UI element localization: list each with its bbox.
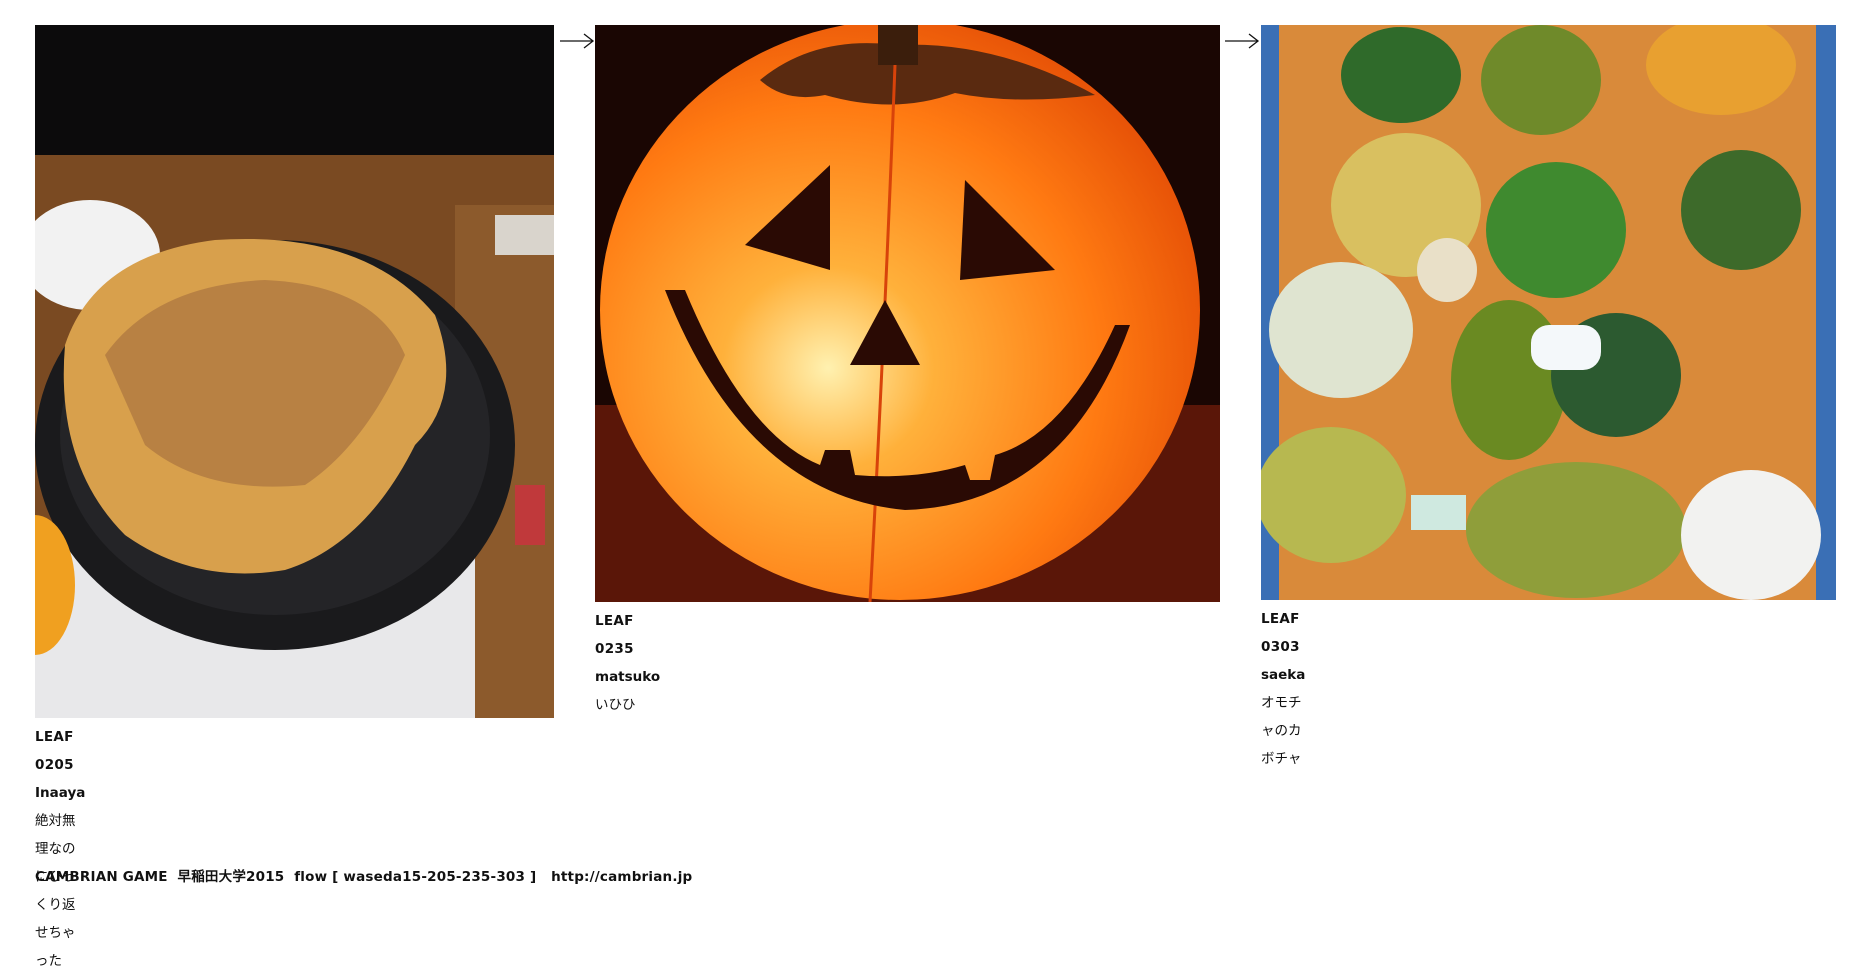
footer-text: CAMBRIAN GAME 早稲田大学2015 flow [ waseda15-… bbox=[35, 869, 552, 885]
leaf-0235-meta: LEAF 0235 matsuko いひひ bbox=[595, 607, 660, 719]
leaf-author[interactable]: Inaaya bbox=[35, 779, 85, 807]
leaf-0303-meta: LEAF 0303 saeka オモチャのカボチャ bbox=[1261, 605, 1305, 773]
leaf-0303-photo[interactable] bbox=[1261, 25, 1836, 600]
leaf-author[interactable]: saeka bbox=[1261, 661, 1305, 689]
footer-link[interactable]: http://cambrian.jp bbox=[551, 869, 692, 885]
leaf-caption: 絶対無理なのにひっくり返せちゃった bbox=[35, 813, 76, 969]
leaf-0205-meta: LEAF 0205 Inaaya 絶対無理なのにひっくり返せちゃった bbox=[35, 723, 85, 975]
leaf-code: LEAF 0235 bbox=[595, 613, 634, 657]
leaf-0205-photo[interactable] bbox=[35, 25, 554, 718]
leaf-code: LEAF 0303 bbox=[1261, 611, 1300, 655]
leaf-caption: オモチャのカボチャ bbox=[1261, 695, 1302, 767]
leaf-author[interactable]: matsuko bbox=[595, 663, 660, 691]
right-arrow-icon bbox=[1225, 33, 1260, 49]
footer: CAMBRIAN GAME 早稲田大学2015 flow [ waseda15-… bbox=[35, 865, 692, 885]
leaf-caption: いひひ bbox=[595, 697, 636, 713]
leaf-code: LEAF 0205 bbox=[35, 729, 74, 773]
right-arrow-icon bbox=[560, 33, 595, 49]
leaf-0235-photo[interactable] bbox=[595, 25, 1220, 602]
